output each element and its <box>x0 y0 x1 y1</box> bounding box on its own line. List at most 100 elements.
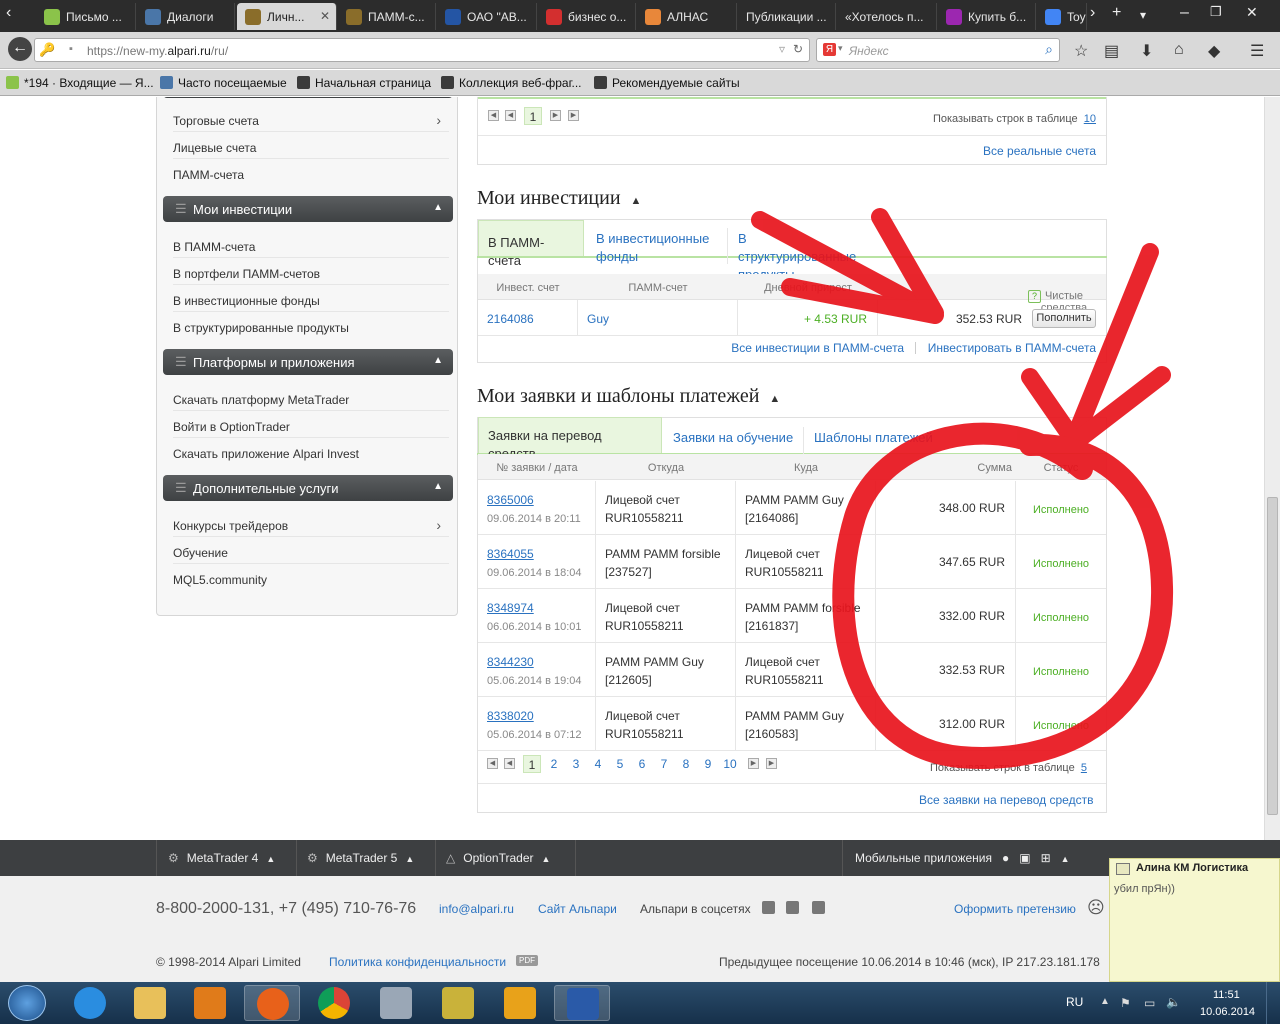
input-language[interactable]: RU <box>1066 995 1083 1009</box>
annotation-circle <box>832 422 1174 769</box>
flag-icon[interactable]: ⚑ <box>1120 996 1131 1010</box>
browser-tab[interactable]: Диалоги <box>137 3 235 30</box>
tab-list-icon[interactable]: ▾ <box>1140 8 1146 22</box>
bookmarks-list-icon[interactable]: ▤ <box>1104 41 1119 61</box>
address-bar[interactable]: 🔑 ▪ https://new-my.alpari.ru/ru/ ▿ ↻ <box>34 38 810 62</box>
browser-tab-active[interactable]: Личн... ✕ <box>237 3 337 30</box>
taskbar-ie[interactable] <box>62 985 118 1021</box>
robot-icon: ⚙ <box>168 851 179 865</box>
platforms-footer-bar: ⚙ MetaTrader 4 ▲ ⚙ MetaTrader 5 ▲ △ OptionTra… <box>0 840 1280 876</box>
tray-expand-icon[interactable]: ▲ <box>1100 996 1110 1007</box>
metatrader5-link[interactable]: ⚙ MetaTrader 5 ▲ <box>307 851 414 865</box>
twitter-icon[interactable] <box>762 901 775 914</box>
vk-icon[interactable] <box>812 901 825 914</box>
apple-icon: ● <box>1001 851 1010 865</box>
start-button-icon[interactable] <box>8 985 46 1021</box>
browser-tab[interactable]: Письмо ... <box>36 3 136 30</box>
mail-icon <box>44 9 60 25</box>
menu-icon[interactable]: ☰ <box>1250 41 1264 61</box>
expand-icon: ▲ <box>405 854 415 864</box>
clock-date[interactable]: 10.06.2014 <box>1200 1006 1255 1018</box>
tabs-scroll-right-icon[interactable]: › <box>1090 4 1095 22</box>
browser-tab[interactable]: бизнес о... <box>538 3 636 30</box>
page-scrollbar[interactable] <box>1264 97 1280 840</box>
star-dropdown-icon[interactable]: ▿ <box>779 42 785 56</box>
chrome-icon <box>318 987 350 1019</box>
message-icon <box>1116 863 1130 875</box>
identity-key-icon: 🔑 <box>39 42 56 57</box>
maximize-icon[interactable]: ❐ <box>1210 4 1222 20</box>
bookmark-star-icon[interactable]: ☆ <box>1074 41 1088 61</box>
mobile-apps-link[interactable]: Мобильные приложения ● ▣ ⊞ ▲ <box>855 851 1070 865</box>
tabs-scroll-left-icon[interactable]: ‹ <box>6 4 11 22</box>
social-label: Альпари в соцсетях <box>640 902 751 916</box>
taskbar-chrome[interactable] <box>306 985 362 1021</box>
claim-link[interactable]: Оформить претензию <box>954 902 1076 916</box>
search-bar[interactable]: Я ▾ Яндекс ⌕ <box>816 38 1060 62</box>
browser-tab[interactable]: ОАО "АВ... <box>437 3 537 30</box>
taskbar-firefox[interactable] <box>244 985 300 1021</box>
browser-tab-bar: ‹ Письмо ... Диалоги Личн... ✕ ПАММ-с... … <box>0 0 1280 32</box>
browser-tab[interactable]: Toy <box>1037 3 1087 30</box>
search-icon[interactable]: ⌕ <box>1045 41 1053 58</box>
site-footer: 8-800-2000-131, +7 (495) 710-76-76 info@… <box>0 876 1280 982</box>
addon-icon[interactable]: ◆ <box>1208 41 1220 61</box>
taskbar-explorer[interactable] <box>122 985 178 1021</box>
taskbar-word[interactable] <box>554 985 610 1021</box>
optiontrader-link[interactable]: △ OptionTrader ▲ <box>446 851 550 865</box>
browser-tab[interactable]: АЛНАС <box>637 3 737 30</box>
engine-dropdown-icon[interactable]: ▾ <box>838 43 843 54</box>
close-window-icon[interactable]: ✕ <box>1246 4 1258 21</box>
browser-tab[interactable]: Публикации ... <box>738 3 836 30</box>
close-tab-icon[interactable]: ✕ <box>320 9 330 23</box>
bookmark-item[interactable]: Начальная страница <box>297 76 431 90</box>
chat-message: убил прЯн)) <box>1114 883 1175 895</box>
windows-icon: ⊞ <box>1040 851 1051 865</box>
new-tab-icon[interactable]: + <box>1112 4 1121 22</box>
reload-icon[interactable]: ↻ <box>793 42 803 56</box>
copyright: © 1998-2014 Alpari Limited <box>156 955 301 969</box>
firefox-icon <box>257 988 289 1020</box>
show-desktop-button[interactable] <box>1266 982 1280 1024</box>
volume-icon[interactable]: 🔈 <box>1166 995 1181 1009</box>
taskbar-calculator[interactable] <box>368 985 424 1021</box>
scrollbar-thumb[interactable] <box>1267 497 1278 815</box>
outlook-icon <box>504 987 536 1019</box>
page-icon <box>441 76 454 89</box>
bookmark-item[interactable]: Рекомендуемые сайты <box>594 76 740 90</box>
home-icon[interactable]: ⌂ <box>1174 41 1184 59</box>
calculator-icon <box>380 987 412 1019</box>
network-icon[interactable]: ▭ <box>1144 996 1155 1010</box>
chat-notification[interactable]: Алина КМ Логистика убил прЯн)) <box>1109 858 1280 982</box>
privacy-link[interactable]: Политика конфиденциальности <box>329 955 506 969</box>
bookmark-item[interactable]: Коллекция веб-фраг... <box>441 76 582 90</box>
expand-icon: ▲ <box>1060 854 1070 864</box>
clock-time[interactable]: 11:51 <box>1213 989 1240 1001</box>
browser-tab[interactable]: Купить б... <box>938 3 1036 30</box>
email-link[interactable]: info@alpari.ru <box>439 902 514 916</box>
browser-tab[interactable]: «Хотелось п... <box>837 3 937 30</box>
minimize-icon[interactable]: – <box>1180 4 1189 22</box>
page-content: Торговые счета › Лицевые счета ПАММ-счета… <box>0 97 1264 840</box>
phone-numbers: 8-800-2000-131, +7 (495) 710-76-76 <box>156 900 417 917</box>
folder-icon <box>160 76 173 89</box>
browser-tab[interactable]: ПАММ-с... <box>338 3 436 30</box>
chat-icon <box>145 9 161 25</box>
media-player-icon <box>194 987 226 1019</box>
url-text: https://new-my.alpari.ru/ru/ <box>87 44 229 58</box>
taskbar-outlook[interactable] <box>492 985 548 1021</box>
app-icon <box>442 987 474 1019</box>
download-icon[interactable]: ⬇ <box>1140 41 1153 61</box>
bookmark-item[interactable]: *194 · Входящие — Я... <box>6 76 154 90</box>
taskbar-media[interactable] <box>182 985 238 1021</box>
bookmark-item[interactable]: Часто посещаемые <box>160 76 287 90</box>
site-icon <box>445 9 461 25</box>
word-icon <box>567 988 599 1020</box>
metatrader4-link[interactable]: ⚙ MetaTrader 4 ▲ <box>168 851 275 865</box>
taskbar-app[interactable] <box>430 985 486 1021</box>
site-link[interactable]: Сайт Альпари <box>538 902 617 916</box>
facebook-icon[interactable] <box>786 901 799 914</box>
back-button-icon[interactable]: ← <box>8 37 32 61</box>
sad-face-icon: ☹ <box>1087 898 1105 917</box>
lock-icon: ▪ <box>69 43 73 55</box>
